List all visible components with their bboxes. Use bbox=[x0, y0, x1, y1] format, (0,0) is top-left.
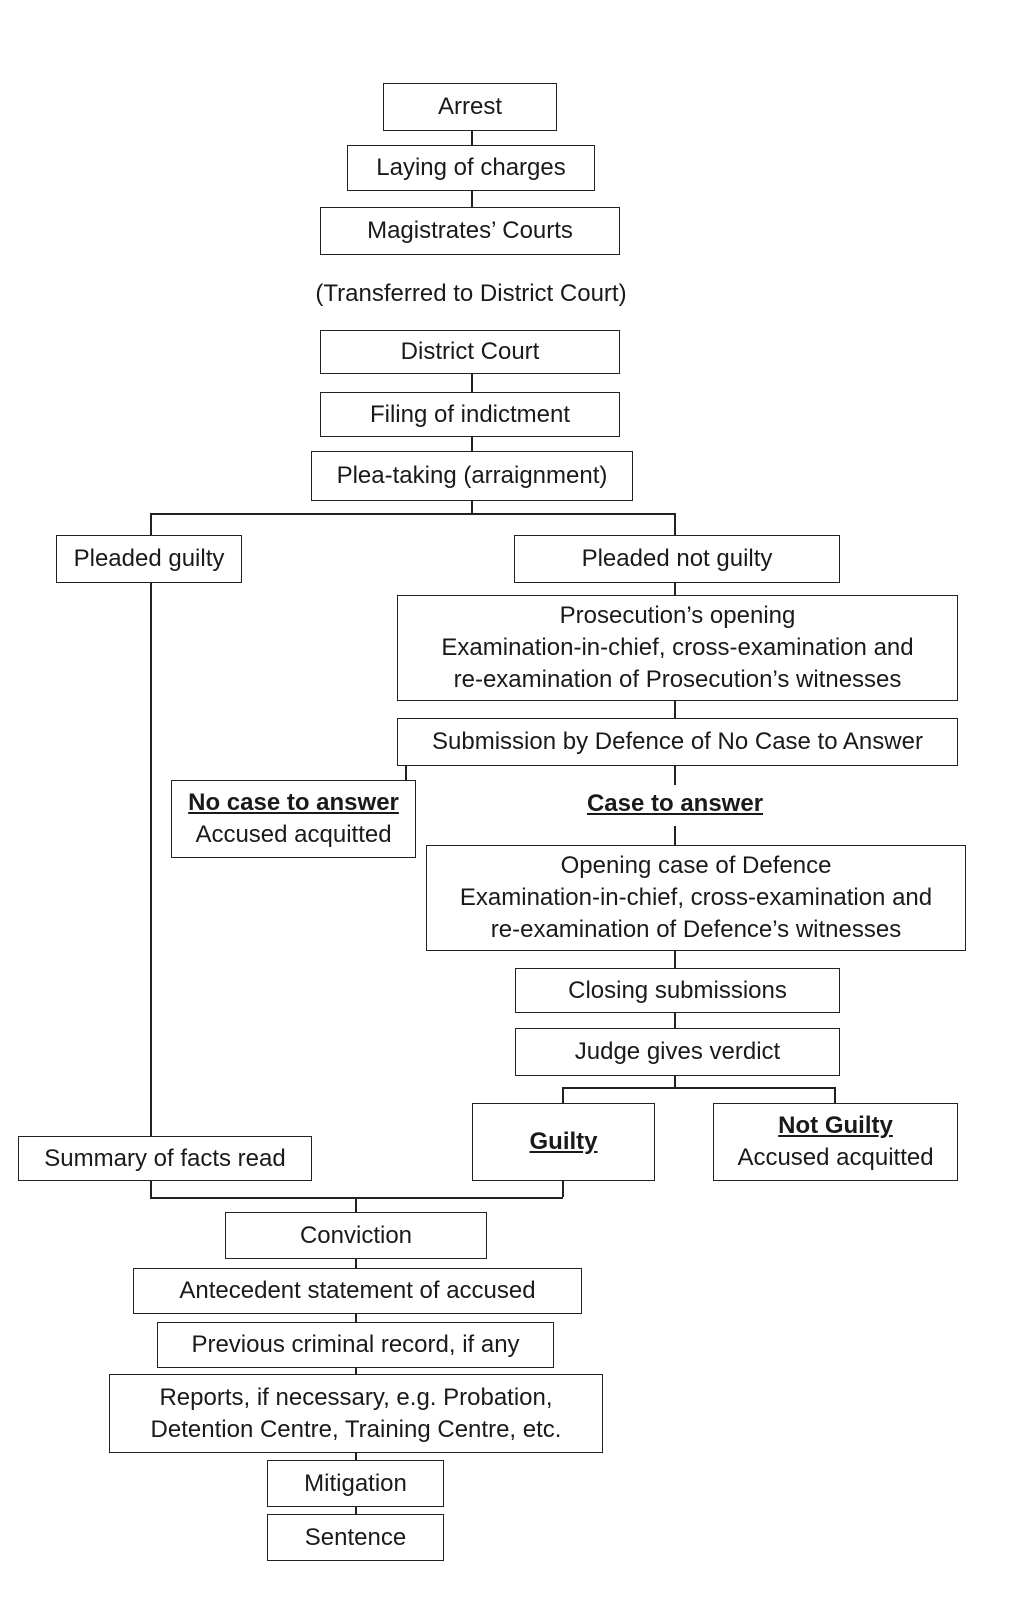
connector bbox=[355, 1258, 357, 1268]
node-label: Closing submissions bbox=[568, 976, 787, 1004]
node-judge-verdict: Judge gives verdict bbox=[515, 1028, 840, 1076]
node-reports: Reports, if necessary, e.g. Probation, D… bbox=[109, 1374, 603, 1453]
node-pleaded-not-guilty: Pleaded not guilty bbox=[514, 535, 840, 583]
node-mitigation: Mitigation bbox=[267, 1460, 444, 1507]
node-submission-no-case: Submission by Defence of No Case to Answ… bbox=[397, 718, 958, 766]
connector bbox=[674, 700, 676, 719]
node-label: Laying of charges bbox=[376, 154, 566, 181]
node-label: Examination-in-chief, cross-examination … bbox=[441, 634, 914, 661]
node-label: Detention Centre, Training Centre, etc. bbox=[150, 1415, 562, 1443]
connector bbox=[471, 500, 473, 513]
node-label: Pleaded not guilty bbox=[581, 545, 773, 572]
node-conviction: Conviction bbox=[225, 1212, 487, 1259]
node-label: Judge gives verdict bbox=[574, 1038, 781, 1065]
node-not-guilty: Not Guilty Accused acquitted bbox=[713, 1103, 958, 1181]
node-guilty: Guilty bbox=[472, 1103, 655, 1181]
node-label: re-examination of Defence’s witnesses bbox=[490, 916, 902, 943]
node-label: Conviction bbox=[299, 1221, 413, 1249]
node-subtitle: Accused acquitted bbox=[195, 821, 392, 848]
node-label: Examination-in-chief, cross-examination … bbox=[459, 884, 933, 911]
transferred-note: (Transferred to District Court) bbox=[315, 280, 627, 307]
node-magistrates-courts: Magistrates’ Courts bbox=[320, 207, 620, 255]
node-sentence: Sentence bbox=[267, 1514, 444, 1561]
connector bbox=[562, 1087, 564, 1103]
connector bbox=[355, 1506, 357, 1514]
connector bbox=[674, 950, 676, 968]
node-antecedent: Antecedent statement of accused bbox=[133, 1268, 582, 1314]
node-previous-record: Previous criminal record, if any bbox=[157, 1322, 554, 1368]
connector bbox=[674, 1075, 676, 1087]
connector bbox=[355, 1197, 357, 1212]
node-summary-facts: Summary of facts read bbox=[18, 1136, 312, 1181]
node-label: Magistrates’ Courts bbox=[367, 217, 573, 244]
node-label: Mitigation bbox=[304, 1469, 407, 1497]
connector bbox=[674, 826, 676, 845]
node-plea-taking: Plea-taking (arraignment) bbox=[311, 451, 633, 501]
node-label: Previous criminal record, if any bbox=[191, 1331, 520, 1358]
connector bbox=[674, 582, 676, 596]
node-district-court: District Court bbox=[320, 330, 620, 374]
node-label: Plea-taking (arraignment) bbox=[336, 462, 608, 489]
connector bbox=[355, 1313, 357, 1322]
connector bbox=[834, 1087, 836, 1103]
connector bbox=[355, 1367, 357, 1374]
node-filing-indictment: Filing of indictment bbox=[320, 392, 620, 437]
node-label: Pleaded guilty bbox=[73, 545, 225, 572]
node-title: No case to answer bbox=[188, 789, 399, 816]
connector bbox=[150, 513, 675, 515]
node-closing-submissions: Closing submissions bbox=[515, 968, 840, 1013]
node-title: Not Guilty bbox=[778, 1112, 893, 1139]
connector bbox=[471, 131, 473, 146]
connector bbox=[562, 1087, 835, 1089]
node-pleaded-guilty: Pleaded guilty bbox=[56, 535, 242, 583]
connector bbox=[150, 513, 152, 535]
node-no-case-to-answer: No case to answer Accused acquitted bbox=[171, 780, 416, 858]
connector bbox=[405, 765, 407, 781]
node-label: Prosecution’s opening bbox=[559, 602, 796, 629]
node-label: Filing of indictment bbox=[369, 400, 571, 428]
connector bbox=[674, 765, 676, 785]
node-label: Arrest bbox=[437, 93, 502, 120]
node-label: Reports, if necessary, e.g. Probation, bbox=[159, 1383, 553, 1411]
node-arrest: Arrest bbox=[383, 83, 557, 131]
case-to-answer-label: Case to answer bbox=[586, 790, 764, 817]
connector bbox=[150, 1180, 152, 1197]
connector bbox=[471, 436, 473, 452]
node-label: Summary of facts read bbox=[44, 1144, 286, 1172]
node-laying-charges: Laying of charges bbox=[347, 145, 595, 191]
node-label: Guilty bbox=[529, 1128, 598, 1155]
node-label: District Court bbox=[400, 338, 540, 365]
node-label: Opening case of Defence bbox=[560, 852, 832, 879]
connector bbox=[674, 513, 676, 535]
connector bbox=[674, 1012, 676, 1028]
connector bbox=[150, 582, 152, 1136]
node-defence: Opening case of Defence Examination-in-c… bbox=[426, 845, 966, 951]
node-label: Antecedent statement of accused bbox=[179, 1277, 536, 1304]
node-subtitle: Accused acquitted bbox=[737, 1144, 934, 1171]
node-label: Submission by Defence of No Case to Answ… bbox=[432, 728, 923, 755]
connector bbox=[355, 1452, 357, 1460]
node-label: Sentence bbox=[304, 1523, 407, 1551]
node-prosecution: Prosecution’s opening Examination-in-chi… bbox=[397, 595, 958, 701]
connector bbox=[471, 190, 473, 207]
connector bbox=[150, 1197, 563, 1199]
node-label: re-examination of Prosecution’s witnesse… bbox=[453, 666, 902, 693]
connector bbox=[562, 1180, 564, 1197]
connector bbox=[471, 373, 473, 392]
